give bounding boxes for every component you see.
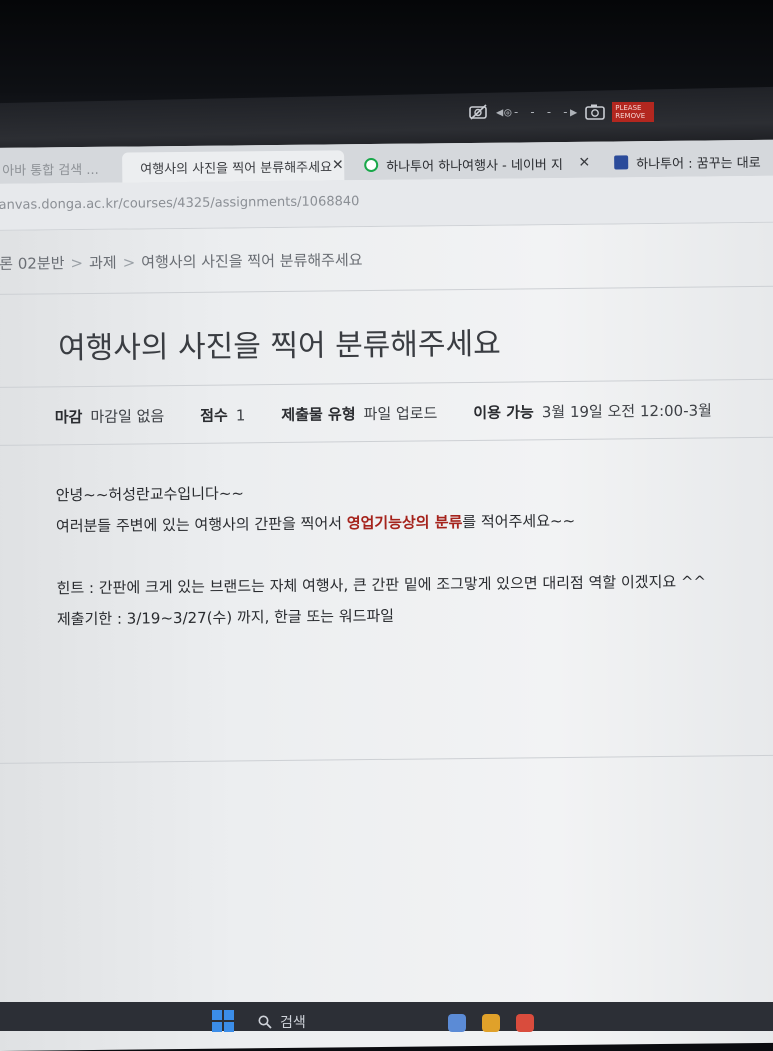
windows-taskbar: 검색	[0, 1002, 773, 1032]
available-value: 3월 19일 오전 12:00-3월	[541, 401, 713, 422]
points-label: 점수	[200, 406, 228, 425]
breadcrumb: 론 02분반 > 과제 > 여행사의 사진을 찍어 분류해주세요	[0, 249, 363, 274]
windows-start-icon[interactable]	[212, 1010, 234, 1032]
tab-label: 여행사의 사진을 찍어 분류해주세요	[140, 159, 333, 177]
breadcrumb-separator: >	[70, 254, 84, 273]
submission-type-value: 파일 업로드	[363, 404, 438, 424]
tab-label: ㅇ아바 통합 검색 ...	[0, 162, 99, 179]
taskbar-app-icon[interactable]	[448, 1014, 466, 1032]
address-bar[interactable]: anvas.donga.ac.kr/courses/4325/assignmen…	[0, 175, 773, 231]
naver-favicon-icon	[364, 157, 379, 173]
breadcrumb-assignments[interactable]: 과제	[89, 254, 117, 272]
available-label: 이용 가능	[473, 403, 534, 422]
instruction-text: 여러분들 주변에 있는 여행사의 간판을 찍어서	[55, 514, 347, 536]
points-value: 1	[235, 406, 246, 425]
close-icon[interactable]: ✕	[332, 157, 344, 173]
breadcrumb-course[interactable]: 론 02분반	[0, 254, 65, 273]
divider	[0, 754, 773, 764]
tab-search[interactable]: ㅇ아바 통합 검색 ...	[0, 153, 120, 184]
taskbar-search[interactable]: 검색	[258, 1012, 306, 1032]
search-icon	[258, 1015, 272, 1029]
page-title: 여행사의 사진을 찍어 분류해주세요	[57, 326, 501, 367]
instruction-text-end: 를 적어주세요~~	[462, 511, 576, 532]
due-label: 마감	[54, 408, 83, 427]
highlight-text: 영업기능상의 분류	[346, 513, 463, 533]
remove-sticker: PLEASE REMOVE	[612, 102, 655, 122]
taskbar-folder-icon[interactable]	[482, 1014, 500, 1032]
breadcrumb-current: 여행사의 사진을 찍어 분류해주세요	[141, 251, 363, 272]
tab-label: 하나투어 : 꿈꾸는 대로	[636, 155, 761, 172]
browser-window: ㅇ아바 통합 검색 ... 여행사의 사진을 찍어 분류해주세요 ✕ 하나투어 …	[0, 139, 773, 1051]
assignment-description: 안녕~~허성란교수입니다~~ 여러분들 주변에 있는 여행사의 간판을 찍어서 …	[55, 474, 707, 636]
page-content: 론 02분반 > 과제 > 여행사의 사진을 찍어 분류해주세요 여행사의 사진을 찍어…	[0, 222, 773, 1051]
due-value: 마감일 없음	[90, 407, 165, 426]
assignment-meta: 마감 마감일 없음 점수 1 제출물 유형 파일 업로드 이용 가능 3월 19일 오전…	[55, 399, 748, 427]
camera-slider[interactable]: ◀◎- - - -▶	[496, 105, 578, 119]
url-text[interactable]: anvas.donga.ac.kr/courses/4325/assignmen…	[0, 194, 359, 213]
camera-off-icon[interactable]	[468, 102, 490, 122]
divider	[0, 285, 773, 295]
close-icon[interactable]: ✕	[578, 155, 590, 171]
camera-icon[interactable]	[584, 102, 606, 122]
tab-assignment[interactable]: 여행사의 사진을 찍어 분류해주세요 ✕	[122, 150, 345, 183]
tab-naver[interactable]: 하나투어 하나여행사 - 네이버 지 ✕	[358, 148, 598, 181]
tab-label: 하나투어 하나여행사 - 네이버 지	[386, 157, 563, 175]
deadline-line: 제출기한 : 3/19~3/27(수) 까지, 한글 또는 워드파일	[56, 606, 395, 629]
hanatour-favicon-icon	[614, 155, 629, 170]
search-label: 검색	[280, 1015, 306, 1031]
divider	[0, 436, 773, 446]
tab-hanatour[interactable]: 하나투어 : 꿈꾸는 대로	[608, 145, 773, 177]
breadcrumb-separator: >	[122, 253, 136, 272]
divider	[0, 378, 773, 388]
webcam-privacy-bar: ◀◎- - - -▶ PLEASE REMOVE	[468, 98, 655, 126]
submission-type-label: 제출물 유형	[281, 405, 356, 424]
taskbar-app-icon[interactable]	[516, 1014, 534, 1032]
